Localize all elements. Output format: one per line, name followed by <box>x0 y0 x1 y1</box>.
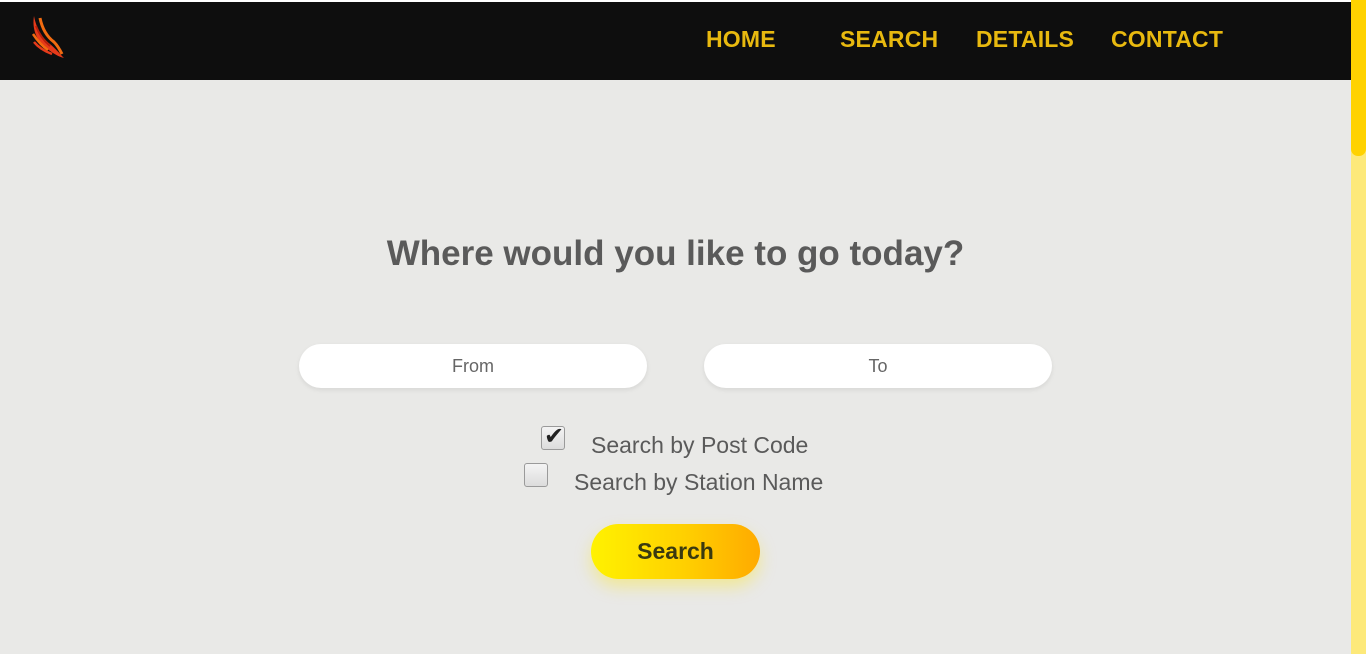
nav-contact[interactable]: CONTACT <box>1111 26 1223 53</box>
post-code-checkbox[interactable]: ✔ <box>541 423 565 450</box>
option-post-code[interactable]: ✔ Search by Post Code <box>541 423 809 459</box>
scrollbar-thumb[interactable] <box>1351 0 1366 156</box>
nav-home[interactable]: HOME <box>706 26 776 53</box>
station-name-checkbox[interactable] <box>524 463 548 487</box>
post-code-label: Search by Post Code <box>591 432 809 458</box>
nav-details[interactable]: DETAILS <box>976 26 1074 53</box>
top-navbar: HOME SEARCH DETAILS CONTACT <box>0 0 1351 80</box>
page-title: Where would you like to go today? <box>386 234 965 273</box>
station-name-label: Search by Station Name <box>574 469 824 495</box>
page: HOME SEARCH DETAILS CONTACT Where would … <box>0 0 1366 654</box>
nav-search[interactable]: SEARCH <box>840 26 938 53</box>
from-input[interactable] <box>299 344 647 388</box>
to-input[interactable] <box>704 344 1052 388</box>
option-station-name[interactable]: Search by Station Name <box>524 463 823 496</box>
search-button[interactable]: Search <box>591 524 760 579</box>
wing-icon[interactable] <box>30 14 66 60</box>
checkmark-icon: ✔ <box>544 423 565 450</box>
